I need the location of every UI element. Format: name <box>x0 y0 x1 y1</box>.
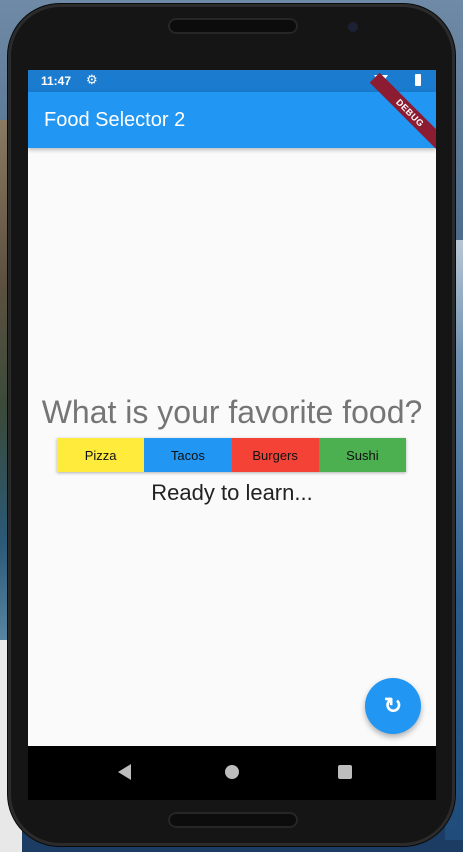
burgers-button[interactable]: Burgers <box>231 438 319 472</box>
pizza-button-label: Pizza <box>84 447 117 463</box>
recents-icon[interactable] <box>338 765 352 779</box>
battery-icon <box>415 74 421 86</box>
phone-speaker-bottom <box>168 812 298 828</box>
home-icon[interactable] <box>225 765 239 779</box>
phone-camera <box>348 22 358 32</box>
app-title: Food Selector 2 <box>44 109 186 131</box>
phone-frame: 11:47 ⚙ Food Selector 2 DEBUG What is yo… <box>8 4 455 846</box>
sushi-button-label: Sushi <box>346 447 379 463</box>
back-icon[interactable] <box>118 764 131 780</box>
refresh-fab[interactable]: ↻ <box>365 678 421 734</box>
tacos-button-label: Tacos <box>170 447 205 463</box>
app-screen: 11:47 ⚙ Food Selector 2 DEBUG What is yo… <box>28 70 436 746</box>
sushi-button[interactable]: Sushi <box>318 438 406 472</box>
android-nav-bar <box>28 746 436 800</box>
status-text: Ready to learn... <box>151 480 313 505</box>
pizza-button[interactable]: Pizza <box>57 438 145 472</box>
gear-icon: ⚙ <box>86 72 98 87</box>
food-button-row: Pizza Tacos Burgers Sushi <box>57 438 406 472</box>
burgers-button-label: Burgers <box>252 447 298 463</box>
app-bar: Food Selector 2 DEBUG <box>28 72 436 154</box>
status-time: 11:47 <box>41 74 72 88</box>
refresh-icon: ↻ <box>383 693 403 718</box>
question-heading: What is your favorite food? <box>41 394 423 430</box>
tacos-button[interactable]: Tacos <box>144 438 232 472</box>
phone-speaker <box>168 18 298 34</box>
